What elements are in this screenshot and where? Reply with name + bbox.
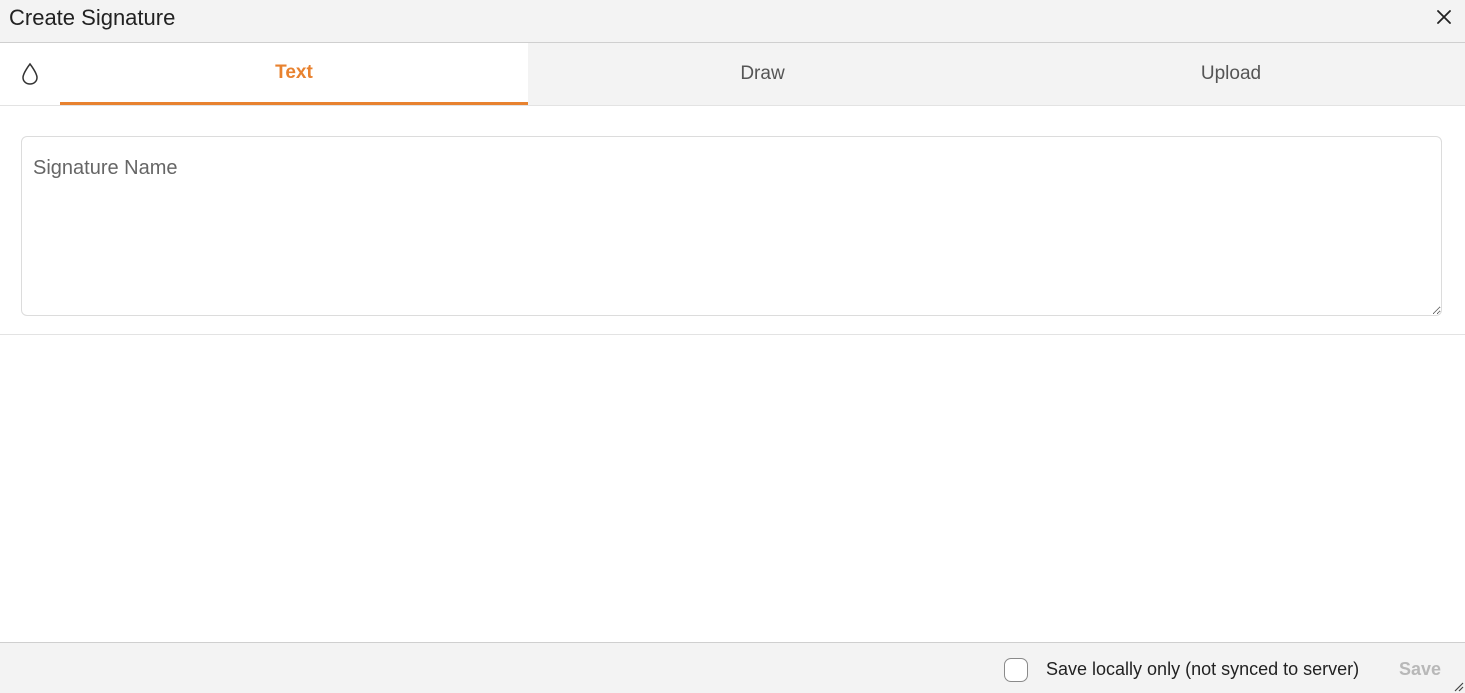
dialog-header: Create Signature — [0, 0, 1465, 43]
tab-text[interactable]: Text — [60, 43, 528, 105]
dialog-footer: Save locally only (not synced to server)… — [0, 642, 1465, 693]
color-picker-button[interactable] — [0, 43, 60, 105]
create-signature-dialog: Create Signature Text Draw Upload Save l… — [0, 0, 1465, 693]
close-button[interactable] — [1433, 6, 1455, 28]
droplet-icon — [22, 62, 38, 85]
signature-tabs: Text Draw Upload — [0, 43, 1465, 106]
dialog-title: Create Signature — [9, 5, 176, 30]
save-locally-label: Save locally only (not synced to server) — [1046, 659, 1360, 679]
tab-upload[interactable]: Upload — [997, 43, 1465, 105]
save-locally-checkbox[interactable] — [1004, 658, 1028, 682]
close-icon — [1437, 10, 1451, 24]
tab-draw[interactable]: Draw — [528, 43, 997, 105]
save-button[interactable]: Save — [1390, 655, 1450, 683]
signature-content — [0, 106, 1465, 335]
resize-grip-icon[interactable] — [1452, 680, 1464, 692]
signature-name-input[interactable] — [21, 136, 1442, 316]
